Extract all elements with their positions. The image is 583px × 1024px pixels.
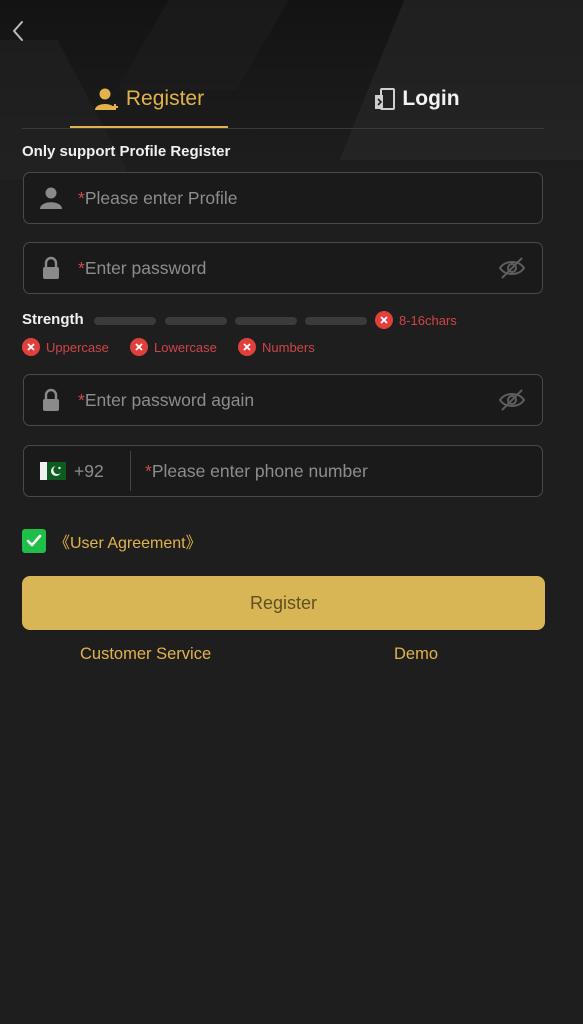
phone-field[interactable]: +92 *Please enter phone number xyxy=(23,445,543,497)
tab-register[interactable]: Register xyxy=(70,72,228,128)
user-agreement[interactable]: 《User Agreement》 xyxy=(22,529,202,553)
rule-numbers-label: Numbers xyxy=(262,339,315,355)
required-marker: * xyxy=(78,257,85,278)
rule-numbers: Numbers xyxy=(238,338,315,356)
country-code-selector[interactable]: +92 xyxy=(24,461,130,482)
back-button[interactable] xyxy=(6,16,30,46)
auth-tabs: Register Login xyxy=(22,72,544,129)
strength-bar xyxy=(94,317,156,325)
register-hint: Only support Profile Register xyxy=(22,143,231,160)
password-placeholder: *Enter password xyxy=(78,257,207,278)
door-login-icon xyxy=(375,88,396,110)
password-strength: Strength 8-16chars xyxy=(22,311,562,331)
x-circle-icon xyxy=(22,338,40,356)
customer-service-link[interactable]: Customer Service xyxy=(80,645,211,664)
chevron-left-icon xyxy=(13,21,23,41)
eye-off-icon[interactable] xyxy=(498,256,526,280)
demo-link[interactable]: Demo xyxy=(394,645,438,664)
strength-label: Strength xyxy=(22,311,84,328)
required-marker: * xyxy=(145,460,152,481)
x-circle-icon xyxy=(375,311,393,329)
password-field[interactable]: *Enter password xyxy=(23,242,543,294)
strength-bar xyxy=(165,317,227,325)
lock-icon xyxy=(43,256,59,279)
rule-length-label: 8-16chars xyxy=(399,312,457,328)
strength-bar xyxy=(305,317,367,325)
rule-uppercase: Uppercase xyxy=(22,338,109,356)
rule-length: 8-16chars xyxy=(375,311,457,329)
profile-field[interactable]: *Please enter Profile xyxy=(23,172,543,224)
checkmark-icon xyxy=(26,534,42,547)
required-marker: * xyxy=(78,187,85,208)
agreement-checkbox[interactable] xyxy=(22,529,46,553)
pakistan-flag-icon xyxy=(40,462,66,480)
password-confirm-placeholder: *Enter password again xyxy=(78,389,255,410)
tab-login[interactable]: Login xyxy=(352,72,482,126)
user-icon xyxy=(40,187,62,209)
password-confirm-field[interactable]: *Enter password again xyxy=(23,374,543,426)
eye-off-icon[interactable] xyxy=(498,388,526,412)
rule-uppercase-label: Uppercase xyxy=(46,339,109,355)
lock-icon xyxy=(43,388,59,411)
divider xyxy=(130,451,131,491)
rule-lowercase-label: Lowercase xyxy=(154,339,217,355)
profile-placeholder: *Please enter Profile xyxy=(78,187,238,208)
tab-register-label: Register xyxy=(125,87,205,110)
user-plus-icon xyxy=(94,88,118,110)
country-code: +92 xyxy=(74,460,104,481)
required-marker: * xyxy=(78,389,85,410)
register-page: Register Login Only support Profile Regi… xyxy=(0,0,583,1024)
rule-lowercase: Lowercase xyxy=(130,338,217,356)
phone-placeholder: *Please enter phone number xyxy=(145,460,368,481)
x-circle-icon xyxy=(238,338,256,356)
tab-login-label: Login xyxy=(402,87,460,110)
x-circle-icon xyxy=(130,338,148,356)
strength-bar xyxy=(235,317,297,325)
register-button[interactable]: Register xyxy=(22,576,545,630)
agreement-link[interactable]: 《User Agreement》 xyxy=(54,529,202,553)
